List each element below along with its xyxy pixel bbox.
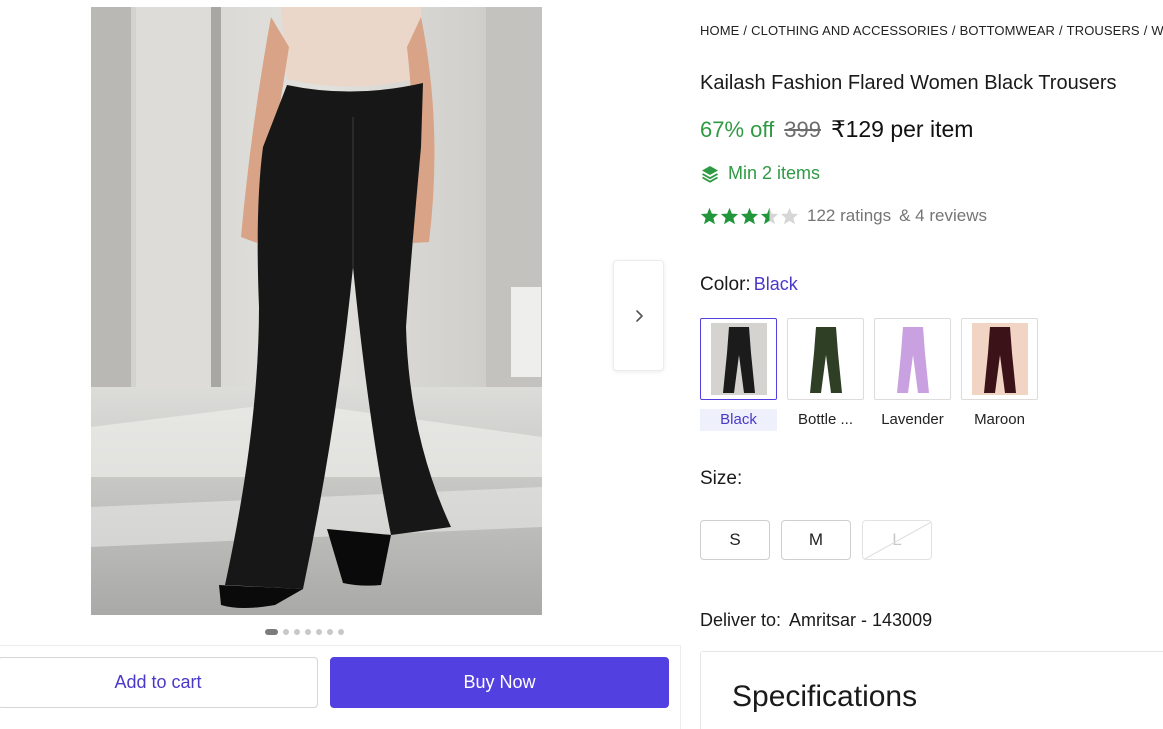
chevron-right-icon bbox=[635, 309, 643, 322]
star-half-icon bbox=[760, 207, 779, 225]
add-to-cart-button[interactable]: Add to cart bbox=[0, 657, 318, 708]
trouser-thumbnail bbox=[884, 323, 941, 395]
color-name: Maroon bbox=[974, 411, 1025, 428]
size-option-s[interactable]: S bbox=[700, 520, 770, 560]
trouser-thumbnail bbox=[971, 323, 1028, 395]
breadcrumb-item[interactable]: HOME bbox=[700, 23, 739, 38]
action-bar: Add to cart Buy Now bbox=[0, 645, 681, 729]
star-full-icon bbox=[740, 207, 759, 225]
color-thumbnail bbox=[787, 318, 864, 400]
buy-now-button[interactable]: Buy Now bbox=[330, 657, 669, 708]
star-full-icon bbox=[720, 207, 739, 225]
pagination-dot[interactable] bbox=[305, 629, 311, 635]
specifications-title: Specifications bbox=[732, 680, 918, 713]
size-option-l-unavailable: L bbox=[862, 520, 932, 560]
size-option-m[interactable]: M bbox=[781, 520, 851, 560]
selected-color: Black bbox=[753, 274, 798, 294]
selling-price: ₹129 per item bbox=[830, 116, 974, 142]
ratings-count: 122 ratings bbox=[807, 206, 892, 225]
color-swatches: Black Bottle ... Lavender Maroon bbox=[700, 318, 1038, 431]
trouser-thumbnail bbox=[797, 323, 854, 395]
min-order-info: Min 2 items bbox=[700, 163, 820, 184]
color-label: Color: Black bbox=[700, 274, 798, 296]
next-image-button[interactable] bbox=[613, 260, 664, 371]
delivery-info[interactable]: Deliver to: Amritsar - 143009 bbox=[700, 610, 932, 631]
color-thumbnail bbox=[700, 318, 777, 400]
size-options: S M L bbox=[700, 520, 932, 560]
color-name: Bottle ... bbox=[797, 411, 854, 428]
min-items-text: Min 2 items bbox=[728, 163, 821, 183]
breadcrumb: HOME / CLOTHING AND ACCESSORIES / BOTTOMWEAR… bbox=[700, 23, 1163, 38]
color-option-black[interactable]: Black bbox=[700, 318, 777, 431]
color-option-lavender[interactable]: Lavender bbox=[874, 318, 951, 431]
product-photo bbox=[91, 7, 542, 615]
breadcrumb-item[interactable]: CLOTHING AND ACCESSORIES bbox=[751, 23, 948, 38]
pagination-dot[interactable] bbox=[338, 629, 344, 635]
product-title: Kailash Fashion Flared Women Black Trous… bbox=[700, 72, 1117, 94]
star-full-icon bbox=[700, 207, 719, 225]
pagination-dot[interactable] bbox=[294, 629, 300, 635]
color-option-maroon[interactable]: Maroon bbox=[961, 318, 1038, 431]
color-label-text: Color: bbox=[700, 274, 751, 295]
size-label: Size: bbox=[700, 468, 743, 489]
color-name: Lavender bbox=[881, 411, 944, 428]
image-pagination bbox=[265, 629, 344, 635]
color-name: Black bbox=[700, 409, 777, 431]
delivery-location: Amritsar - 143009 bbox=[789, 610, 933, 630]
pagination-dot[interactable] bbox=[316, 629, 322, 635]
product-image[interactable] bbox=[91, 7, 542, 615]
pagination-dot[interactable] bbox=[283, 629, 289, 635]
color-option-bottle-green[interactable]: Bottle ... bbox=[787, 318, 864, 431]
price-row: 67% off 399 ₹129 per item bbox=[700, 116, 973, 143]
original-price: 399 bbox=[784, 117, 821, 142]
breadcrumb-item[interactable]: WOMEN TROUSERS bbox=[1151, 23, 1163, 38]
color-thumbnail bbox=[961, 318, 1038, 400]
color-thumbnail bbox=[874, 318, 951, 400]
trouser-thumbnail bbox=[710, 323, 767, 395]
breadcrumb-item[interactable]: TROUSERS bbox=[1067, 23, 1140, 38]
discount-percent: 67% off bbox=[700, 117, 775, 142]
pagination-dot[interactable] bbox=[327, 629, 333, 635]
ratings-row[interactable]: 122 ratings & 4 reviews bbox=[700, 206, 987, 226]
star-rating bbox=[700, 207, 799, 225]
layers-icon bbox=[702, 165, 718, 183]
product-details: HOME / CLOTHING AND ACCESSORIES / BOTTOMWEAR… bbox=[700, 0, 1163, 729]
deliver-label: Deliver to: bbox=[700, 610, 782, 630]
reviews-count: & 4 reviews bbox=[899, 206, 987, 225]
breadcrumb-item[interactable]: BOTTOMWEAR bbox=[960, 23, 1055, 38]
specifications-card: Specifications bbox=[700, 651, 1163, 729]
star-empty-icon bbox=[780, 207, 799, 225]
pagination-dot[interactable] bbox=[265, 629, 278, 635]
